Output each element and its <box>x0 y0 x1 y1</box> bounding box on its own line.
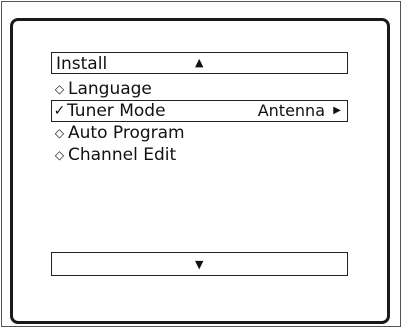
menu-title: Install <box>56 54 108 74</box>
menu-item-channel-edit[interactable]: ◇ Channel Edit <box>51 144 348 166</box>
menu-item-label: Channel Edit <box>68 145 177 165</box>
menu-header: Install ▲ <box>51 52 348 74</box>
scroll-up-icon[interactable]: ▲ <box>195 56 203 70</box>
diamond-icon: ◇ <box>54 148 65 162</box>
scroll-down-icon[interactable]: ▼ <box>195 258 203 272</box>
menu-footer: ▼ <box>51 252 348 276</box>
menu-item-label: Tuner Mode <box>67 101 166 121</box>
tuner-mode-value: Antenna <box>257 101 325 120</box>
diamond-icon: ◇ <box>54 126 65 140</box>
arrow-right-icon[interactable]: ▶ <box>333 105 341 117</box>
diamond-icon: ◇ <box>54 82 65 96</box>
menu-item-tuner-mode[interactable]: ✓Tuner Mode Antenna ▶ <box>51 100 348 122</box>
menu-item-label: Auto Program <box>68 123 185 143</box>
menu-item-language[interactable]: ◇ Language <box>51 78 348 100</box>
menu-item-label: Language <box>68 79 152 99</box>
menu-item-auto-program[interactable]: ◇ Auto Program <box>51 122 348 144</box>
check-icon: ✓ <box>53 103 66 119</box>
